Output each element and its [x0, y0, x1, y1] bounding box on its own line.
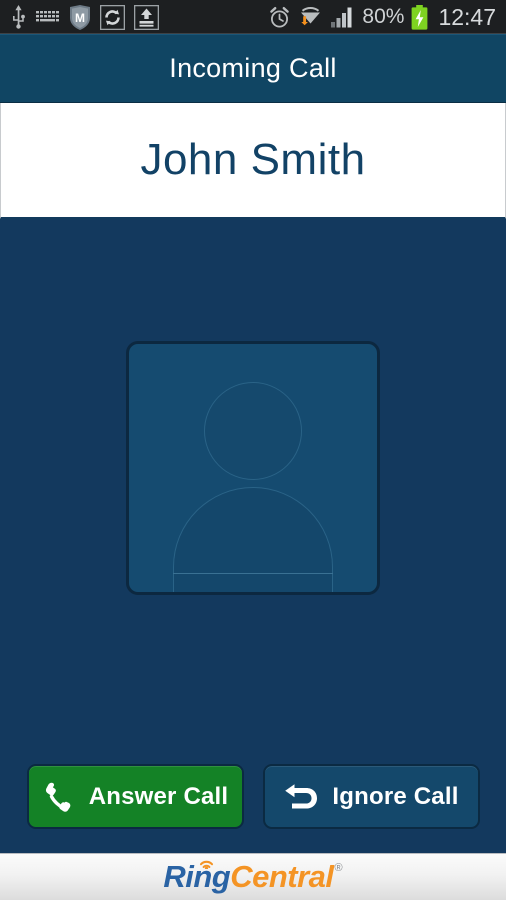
- phone-handset-icon: [42, 780, 76, 814]
- logo-text-central: Central: [230, 859, 334, 894]
- logo-wifi-arc-icon: [199, 856, 216, 874]
- wifi-download-icon: [298, 5, 323, 29]
- status-bar-clock: 12:47: [438, 3, 496, 30]
- undo-arrow-icon: [283, 782, 319, 812]
- page-title: Incoming Call: [169, 52, 337, 83]
- avatar-body-shape: [173, 487, 333, 592]
- alarm-clock-icon: [268, 6, 291, 29]
- ringcentral-logo: Ring Central ®: [163, 859, 342, 895]
- call-action-buttons: Answer Call Ignore Call: [0, 764, 506, 829]
- usb-icon: [10, 5, 27, 29]
- ignore-call-label: Ignore Call: [332, 782, 459, 810]
- ignore-call-button[interactable]: Ignore Call: [262, 764, 480, 829]
- registered-trademark-symbol: ®: [334, 862, 343, 874]
- cellular-signal-icon: [330, 6, 355, 28]
- status-bar-notification-icons: M: [10, 4, 159, 30]
- avatar-placeholder-icon: [126, 341, 380, 595]
- logo-text-ring: Ring: [163, 859, 231, 894]
- upload-icon: [134, 4, 159, 30]
- answer-call-label: Answer Call: [88, 782, 229, 810]
- battery-charging-icon: [411, 4, 428, 30]
- avatar-head-shape: [204, 382, 302, 480]
- brand-footer: Ring Central ®: [0, 853, 506, 900]
- sync-icon: [100, 4, 125, 30]
- keyboard-icon: [36, 9, 60, 25]
- mcafee-shield-icon: M: [69, 4, 91, 30]
- android-status-bar[interactable]: M 80% 12:47: [0, 0, 506, 34]
- caller-avatar: [126, 341, 380, 595]
- avatar-baseline: [173, 573, 333, 574]
- caller-name: John Smith: [140, 135, 366, 184]
- svg-text:M: M: [75, 11, 85, 25]
- battery-percent-label: 80%: [362, 5, 405, 28]
- answer-call-button[interactable]: Answer Call: [26, 764, 244, 829]
- caller-name-panel: John Smith: [0, 103, 506, 219]
- incoming-call-screen: M 80% 12:47 Incoming Call John Smith Ans…: [0, 0, 506, 900]
- app-title-bar: Incoming Call: [0, 34, 506, 103]
- call-body: Answer Call Ignore Call: [0, 219, 506, 853]
- status-bar-system-icons: 80% 12:47: [268, 4, 498, 31]
